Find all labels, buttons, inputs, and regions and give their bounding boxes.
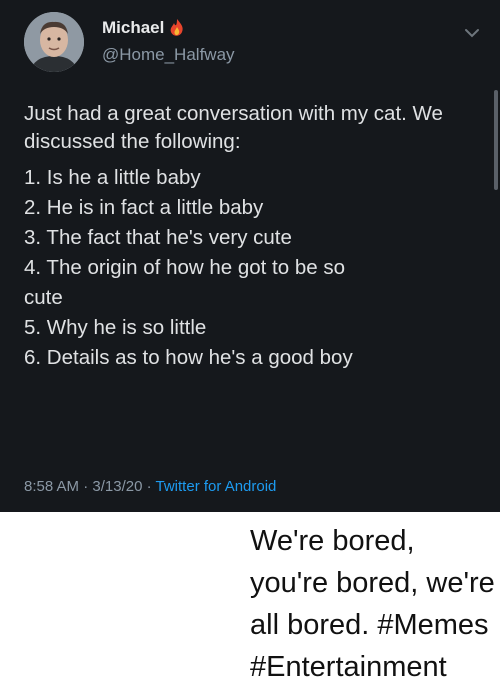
list-item: 5. Why he is so little: [24, 316, 207, 339]
author-name-row[interactable]: Michael: [102, 18, 186, 38]
meta-separator: ·: [146, 478, 152, 495]
avatar-image: [24, 12, 84, 72]
author-handle[interactable]: @Home_Halfway: [102, 45, 235, 65]
meta-separator: ·: [83, 478, 89, 495]
avatar[interactable]: [24, 12, 84, 72]
list-item: 3. The fact that he's very cute: [24, 226, 292, 249]
scrollbar[interactable]: [494, 90, 498, 190]
tweet-list: 1. Is he a little baby 2. He is in fact …: [24, 163, 474, 373]
tweet-card: Michael @Home_Halfway Just had a great c…: [0, 0, 500, 512]
flame-icon: [168, 18, 186, 38]
list-item: 1. Is he a little baby: [24, 166, 201, 189]
list-item: 4. The origin of how he got to be so: [24, 256, 346, 279]
chevron-down-icon[interactable]: [464, 26, 480, 38]
list-item: cute: [24, 286, 63, 309]
tweet-source[interactable]: Twitter for Android: [156, 478, 277, 495]
tweet-meta: 8:58 AM · 3/13/20 · Twitter for Android: [24, 478, 276, 495]
list-item: 6. Details as to how he's a good boy: [24, 346, 353, 369]
tweet-text: Just had a great conversation with my ca…: [24, 102, 443, 153]
list-item: 2. He is in fact a little baby: [24, 196, 264, 219]
tweet-time[interactable]: 8:58 AM: [24, 478, 79, 495]
caption: We're bored, you're bored, we're all bor…: [250, 525, 495, 683]
author-name[interactable]: Michael: [102, 18, 164, 38]
tweet-date[interactable]: 3/13/20: [92, 478, 142, 495]
